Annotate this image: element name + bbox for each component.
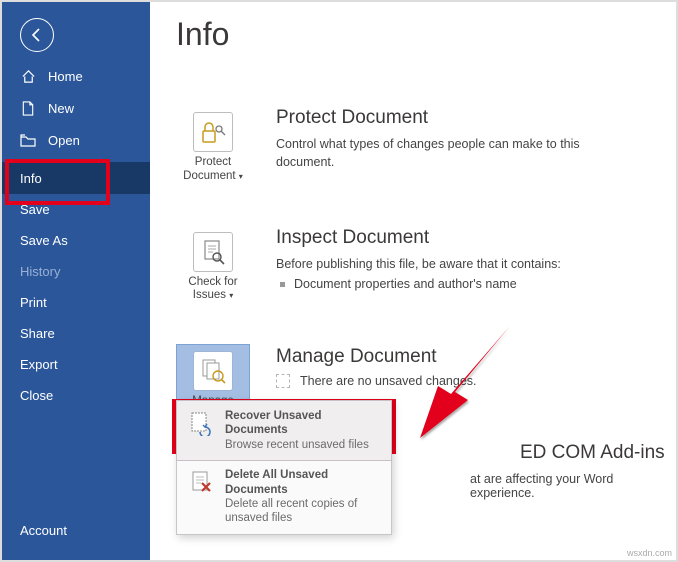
no-unsaved-icon: [276, 374, 290, 388]
sidebar-item-share[interactable]: Share: [2, 318, 150, 349]
tile-label: Protect Document ▾: [177, 156, 249, 184]
protect-document-button[interactable]: Protect Document ▾: [176, 105, 250, 191]
sidebar-item-close[interactable]: Close: [2, 380, 150, 411]
menu-item-title: Recover Unsaved Documents: [225, 409, 381, 438]
check-issues-button[interactable]: Check for Issues ▾: [176, 225, 250, 311]
recover-unsaved-menu-item[interactable]: Recover Unsaved Documents Browse recent …: [176, 400, 392, 461]
manage-none-text: There are no unsaved changes.: [300, 374, 477, 388]
addins-desc-fragment: at are affecting your Word experience.: [470, 472, 676, 500]
delete-icon: [187, 468, 215, 496]
sidebar-item-history: History: [2, 256, 150, 287]
sidebar-item-label: Save As: [20, 233, 68, 248]
watermark: wsxdn.com: [627, 548, 672, 558]
sidebar-item-home[interactable]: Home: [2, 60, 150, 92]
document-magnifier-icon: [193, 232, 233, 272]
sidebar-item-label: Account: [20, 523, 67, 538]
sidebar-item-saveas[interactable]: Save As: [2, 225, 150, 256]
inspect-title: Inspect Document: [276, 227, 640, 249]
sidebar-item-export[interactable]: Export: [2, 349, 150, 380]
sidebar-item-save[interactable]: Save: [2, 194, 150, 225]
inspect-desc: Before publishing this file, be aware th…: [276, 255, 640, 273]
sidebar-item-account[interactable]: Account: [2, 513, 150, 560]
sidebar-item-label: Save: [20, 202, 50, 217]
document-history-icon: [193, 351, 233, 391]
sidebar-item-label: History: [20, 264, 60, 279]
inspect-section: Check for Issues ▾ Inspect Document Befo…: [176, 225, 640, 311]
sidebar-item-label: Home: [48, 69, 83, 84]
protect-desc: Control what types of changes people can…: [276, 135, 640, 171]
sidebar-item-label: Info: [20, 171, 42, 186]
open-icon: [20, 132, 36, 148]
sidebar-item-label: Export: [20, 357, 58, 372]
sidebar-item-info[interactable]: Info: [2, 162, 150, 194]
sidebar-item-print[interactable]: Print: [2, 287, 150, 318]
lock-key-icon: [193, 112, 233, 152]
sidebar-item-label: New: [48, 101, 74, 116]
sidebar-item-label: Print: [20, 295, 47, 310]
inspect-bullet: Document properties and author's name: [276, 275, 640, 293]
sidebar-item-label: Share: [20, 326, 55, 341]
delete-unsaved-menu-item[interactable]: Delete All Unsaved Documents Delete all …: [177, 460, 391, 534]
back-button[interactable]: [20, 18, 54, 52]
addins-title-fragment: ED COM Add-ins: [520, 442, 665, 464]
manage-title: Manage Document: [276, 346, 640, 368]
recover-icon: [187, 409, 215, 437]
menu-item-title: Delete All Unsaved Documents: [225, 468, 381, 497]
sidebar-item-label: Close: [20, 388, 53, 403]
protect-section: Protect Document ▾ Protect Document Cont…: [176, 105, 640, 191]
protect-title: Protect Document: [276, 107, 640, 129]
backstage-sidebar: Home New Open Info Save Save As History: [2, 2, 150, 560]
menu-item-desc: Delete all recent copies of unsaved file…: [225, 498, 357, 524]
page-title: Info: [176, 16, 640, 53]
sidebar-item-new[interactable]: New: [2, 92, 150, 124]
new-icon: [20, 100, 36, 116]
sidebar-item-open[interactable]: Open: [2, 124, 150, 156]
manage-document-dropdown: Recover Unsaved Documents Browse recent …: [176, 400, 392, 535]
menu-item-desc: Browse recent unsaved files: [225, 439, 369, 451]
home-icon: [20, 68, 36, 84]
sidebar-item-label: Open: [48, 133, 80, 148]
tile-label: Check for Issues ▾: [177, 276, 249, 304]
